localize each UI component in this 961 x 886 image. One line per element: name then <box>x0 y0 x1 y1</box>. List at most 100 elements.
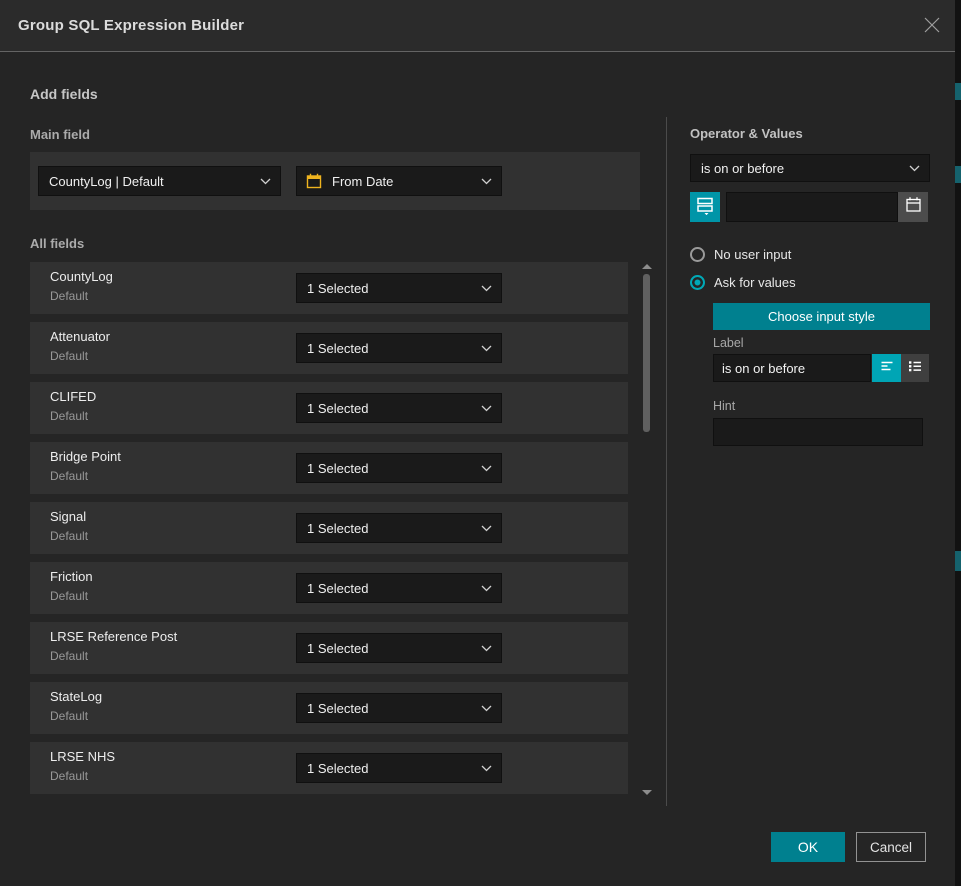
radio-label: No user input <box>714 247 791 262</box>
hint-input[interactable] <box>713 418 923 446</box>
chevron-down-icon <box>481 345 492 352</box>
calendar-icon <box>306 173 322 189</box>
all-fields-heading: All fields <box>30 236 84 251</box>
field-selection-select[interactable]: 1 Selected <box>296 273 502 303</box>
choose-input-style-button[interactable]: Choose input style <box>713 303 930 330</box>
field-row-attenuator: Attenuator Default 1 Selected <box>30 322 628 374</box>
field-selection-select[interactable]: 1 Selected <box>296 453 502 483</box>
close-button[interactable] <box>921 16 943 38</box>
field-row-signal: Signal Default 1 Selected <box>30 502 628 554</box>
chevron-down-icon <box>260 178 271 185</box>
field-sublabel: Default <box>50 469 88 483</box>
align-left-icon <box>878 357 896 380</box>
date-value-input[interactable] <box>726 192 898 222</box>
choose-input-style-label: Choose input style <box>768 309 875 324</box>
field-row-lrse-reference-post: LRSE Reference Post Default 1 Selected <box>30 622 628 674</box>
chevron-down-icon <box>481 178 492 185</box>
label-input[interactable] <box>713 354 871 382</box>
chevron-down-icon <box>909 165 920 172</box>
chevron-down-icon <box>481 765 492 772</box>
chevron-down-icon <box>481 705 492 712</box>
radio-off-icon <box>690 247 705 262</box>
ok-label: OK <box>798 839 818 855</box>
radio-label: Ask for values <box>714 275 796 290</box>
field-selection-value: 1 Selected <box>297 581 481 596</box>
dialog-header: Group SQL Expression Builder <box>0 0 955 52</box>
background-accent-segment <box>955 166 961 183</box>
cancel-button[interactable]: Cancel <box>856 832 926 862</box>
field-selection-value: 1 Selected <box>297 401 481 416</box>
hint-field-label: Hint <box>713 399 735 413</box>
operator-value: is on or before <box>691 161 909 176</box>
label-field-label: Label <box>713 336 744 350</box>
background-page-edge <box>955 0 961 886</box>
field-sublabel: Default <box>50 589 88 603</box>
field-name: CLIFED <box>50 389 96 404</box>
field-row-friction: Friction Default 1 Selected <box>30 562 628 614</box>
field-selection-value: 1 Selected <box>297 461 481 476</box>
field-name: Friction <box>50 569 93 584</box>
field-name: Bridge Point <box>50 449 121 464</box>
chevron-down-icon <box>481 465 492 472</box>
field-selection-select[interactable]: 1 Selected <box>296 333 502 363</box>
unique-values-icon <box>695 195 715 220</box>
date-picker-button[interactable] <box>898 192 928 222</box>
field-selection-value: 1 Selected <box>297 281 481 296</box>
field-sublabel: Default <box>50 289 88 303</box>
field-selection-value: 1 Selected <box>297 341 481 356</box>
field-selection-select[interactable]: 1 Selected <box>296 693 502 723</box>
dialog-title: Group SQL Expression Builder <box>18 0 244 52</box>
field-name: StateLog <box>50 689 102 704</box>
chevron-down-icon <box>481 405 492 412</box>
main-field-panel: CountyLog | Default From Date <box>30 152 640 210</box>
field-row-bridge-point: Bridge Point Default 1 Selected <box>30 442 628 494</box>
field-name: CountyLog <box>50 269 113 284</box>
radio-ask-for-values[interactable]: Ask for values <box>690 274 796 290</box>
chevron-down-icon <box>481 285 492 292</box>
group-sql-expression-builder-dialog: Group SQL Expression Builder Add fields … <box>0 0 955 886</box>
field-sublabel: Default <box>50 409 88 423</box>
field-sublabel: Default <box>50 769 88 783</box>
scrollbar-down-arrow[interactable] <box>642 790 652 795</box>
scrollbar-thumb[interactable] <box>643 274 650 432</box>
field-selection-value: 1 Selected <box>297 761 481 776</box>
field-row-clifed: CLIFED Default 1 Selected <box>30 382 628 434</box>
ok-button[interactable]: OK <box>771 832 845 862</box>
main-date-field-select[interactable]: From Date <box>296 166 502 196</box>
text-input-style-button[interactable] <box>872 354 901 382</box>
field-name: Attenuator <box>50 329 110 344</box>
main-source-value: CountyLog | Default <box>39 174 260 189</box>
main-source-select[interactable]: CountyLog | Default <box>38 166 281 196</box>
field-selection-select[interactable]: 1 Selected <box>296 753 502 783</box>
field-row-countylog: CountyLog Default 1 Selected <box>30 262 628 314</box>
cancel-label: Cancel <box>870 840 912 855</box>
close-icon <box>923 16 941 39</box>
list-icon <box>906 357 924 380</box>
radio-no-user-input[interactable]: No user input <box>690 246 791 262</box>
background-accent-segment <box>955 551 961 571</box>
operator-select[interactable]: is on or before <box>690 154 930 182</box>
field-name: LRSE Reference Post <box>50 629 177 644</box>
field-sublabel: Default <box>50 529 88 543</box>
panel-divider <box>666 117 667 806</box>
field-sublabel: Default <box>50 649 88 663</box>
field-selection-value: 1 Selected <box>297 641 481 656</box>
operator-values-heading: Operator & Values <box>690 126 803 141</box>
field-name: Signal <box>50 509 86 524</box>
list-input-style-button[interactable] <box>901 354 929 382</box>
chevron-down-icon <box>481 645 492 652</box>
field-selection-select[interactable]: 1 Selected <box>296 393 502 423</box>
field-selection-select[interactable]: 1 Selected <box>296 633 502 663</box>
scrollbar-up-arrow[interactable] <box>642 264 652 269</box>
field-selection-value: 1 Selected <box>297 701 481 716</box>
unique-values-button[interactable] <box>690 192 720 222</box>
field-row-statelog: StateLog Default 1 Selected <box>30 682 628 734</box>
field-selection-select[interactable]: 1 Selected <box>296 573 502 603</box>
field-row-lrse-nhs: LRSE NHS Default 1 Selected <box>30 742 628 794</box>
background-accent-segment <box>955 83 961 100</box>
field-selection-select[interactable]: 1 Selected <box>296 513 502 543</box>
field-sublabel: Default <box>50 349 88 363</box>
calendar-icon <box>905 196 922 218</box>
add-fields-heading: Add fields <box>30 86 98 102</box>
radio-on-icon <box>690 275 705 290</box>
